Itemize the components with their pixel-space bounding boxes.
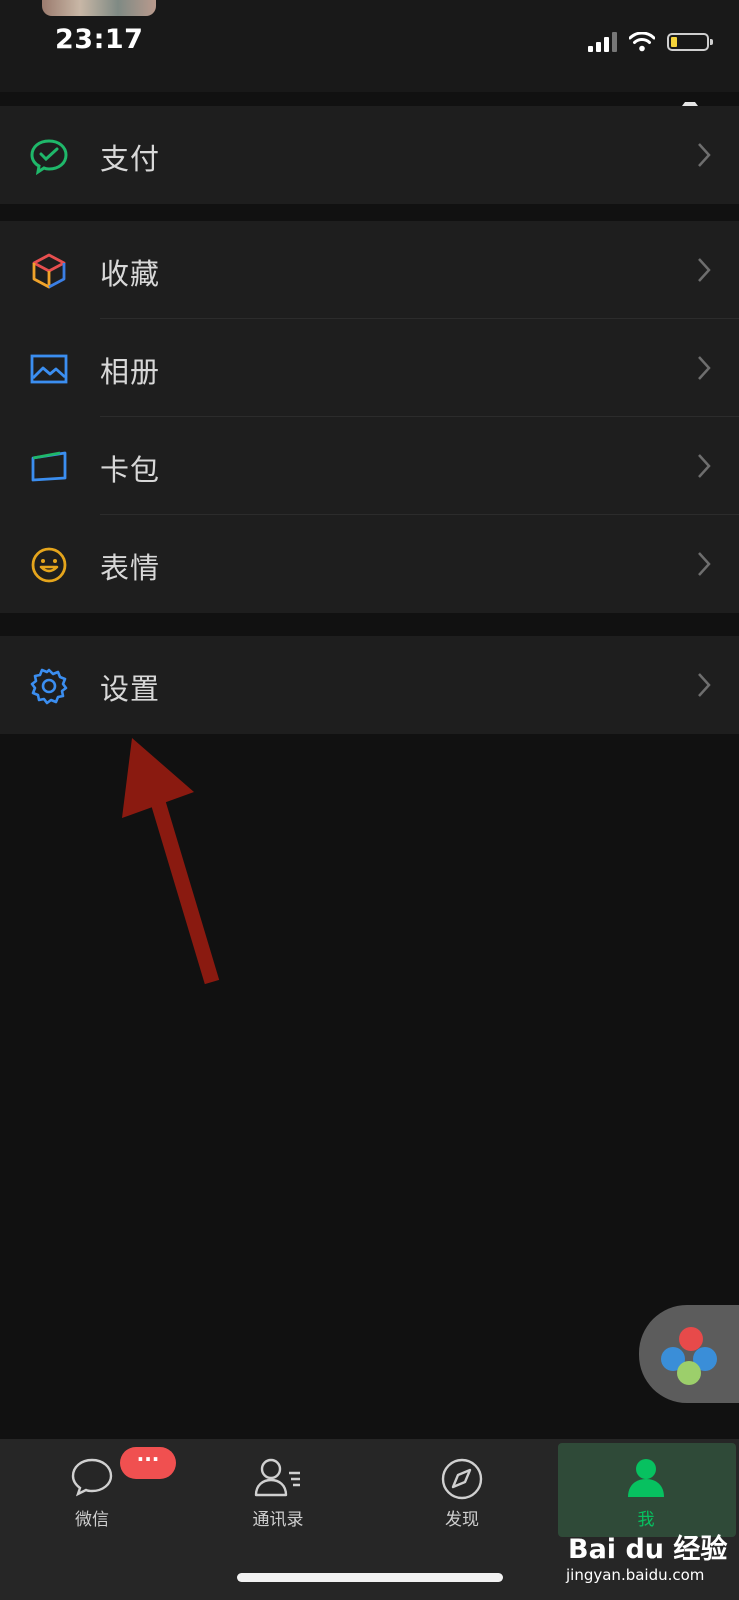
me-icon [628, 1459, 664, 1497]
floating-assistant[interactable] [639, 1305, 739, 1403]
chat-icon [71, 1458, 113, 1497]
watermark-url: jingyan.baidu.com [566, 1566, 705, 1584]
tab-discover[interactable]: 发现 [382, 1439, 542, 1539]
assistant-bubbles-icon [661, 1327, 717, 1385]
home-indicator[interactable] [237, 1573, 503, 1582]
annotation-arrow [122, 738, 220, 985]
tab-label: 微信 [75, 1510, 109, 1530]
tab-label: 发现 [445, 1510, 479, 1530]
tab-chats[interactable]: ··· 微信 [12, 1439, 176, 1539]
tab-contacts[interactable]: 通讯录 [198, 1439, 358, 1539]
unread-badge: ··· [120, 1447, 176, 1479]
tab-label: 通讯录 [252, 1510, 304, 1530]
contacts-icon [254, 1458, 300, 1497]
discover-icon [441, 1458, 483, 1500]
watermark-brand: Bai du 经验 [568, 1534, 728, 1565]
tab-me[interactable]: 我 [566, 1439, 726, 1539]
